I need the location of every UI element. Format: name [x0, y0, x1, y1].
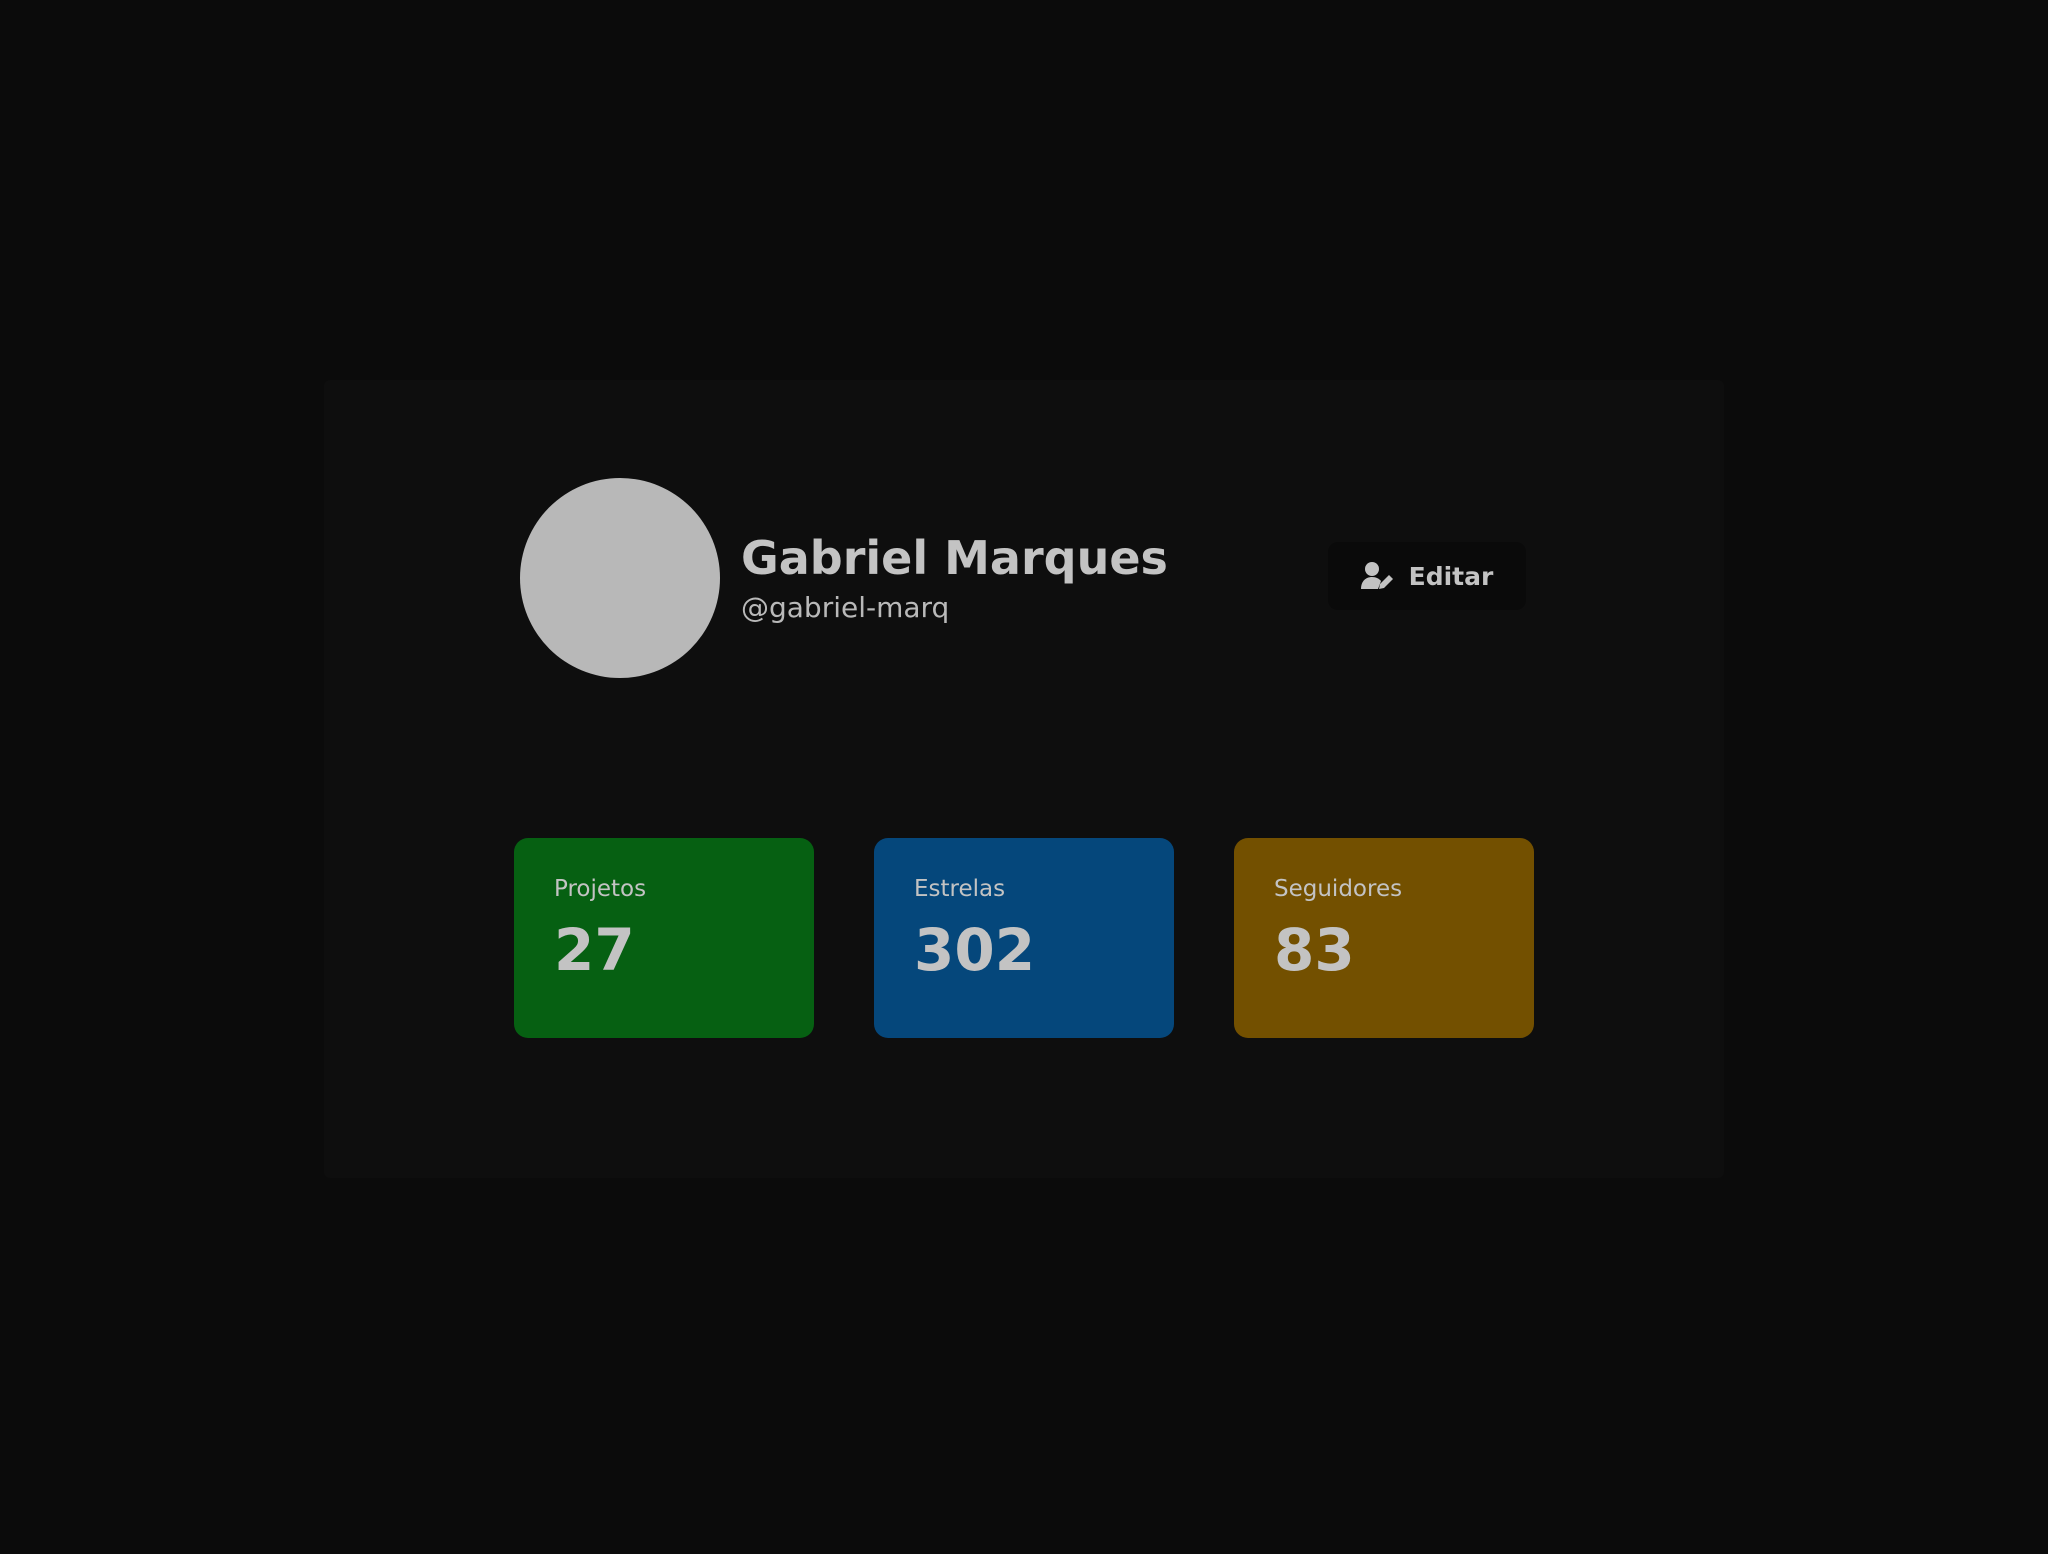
stat-card-estrelas: Estrelas 302: [874, 838, 1174, 1038]
stat-value: 83: [1274, 916, 1355, 984]
profile-card: [324, 380, 1724, 1178]
stat-value: 27: [554, 916, 635, 984]
avatar: [520, 478, 720, 678]
stat-label: Estrelas: [914, 876, 1006, 902]
edit-button-label: Editar: [1408, 561, 1494, 591]
edit-profile-button[interactable]: Editar: [1328, 542, 1526, 610]
stat-label: Projetos: [554, 876, 647, 902]
stat-card-projetos: Projetos 27: [514, 838, 814, 1038]
stat-label: Seguidores: [1274, 876, 1403, 902]
user-edit-icon: [1360, 561, 1395, 591]
profile-handle: @gabriel-marq: [741, 591, 950, 624]
stat-card-seguidores: Seguidores 83: [1234, 838, 1534, 1038]
stat-value: 302: [914, 916, 1036, 984]
profile-name: Gabriel Marques: [741, 531, 1168, 585]
